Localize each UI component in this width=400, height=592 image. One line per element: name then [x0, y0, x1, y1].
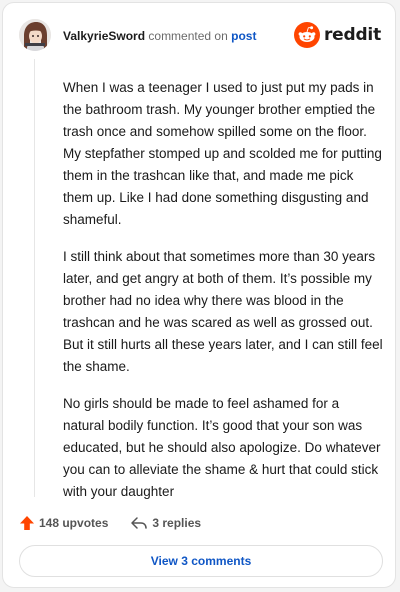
reply-arrow-icon[interactable]: [130, 516, 148, 530]
thread-line: [34, 59, 35, 497]
comment-paragraph: I still think about that sometimes more …: [63, 249, 383, 374]
comment-footer: 148 upvotes 3 replies: [19, 511, 201, 535]
author-username[interactable]: ValkyrieSword: [63, 29, 145, 43]
comment-paragraph: No girls should be made to feel ashamed …: [63, 396, 381, 499]
avatar-image: [19, 19, 51, 51]
reddit-alien-icon: [293, 22, 320, 48]
view-comments-button[interactable]: View 3 comments: [19, 545, 383, 577]
comment-header: ValkyrieSword commented on post reddit: [19, 19, 381, 53]
comment-body: When I was a teenager I used to just put…: [63, 77, 383, 518]
reply-count[interactable]: 3 replies: [152, 516, 201, 530]
post-link[interactable]: post: [231, 29, 256, 43]
comment-paragraph: When I was a teenager I used to just put…: [63, 80, 382, 227]
comment-card: ValkyrieSword commented on post reddit W…: [2, 2, 396, 588]
reddit-logo[interactable]: reddit: [293, 22, 381, 48]
avatar[interactable]: [19, 19, 51, 51]
reddit-wordmark: reddit: [323, 25, 381, 45]
upvote-count: 148 upvotes: [39, 516, 109, 530]
byline-verb: commented on: [148, 29, 228, 43]
upvote-arrow-icon[interactable]: [19, 515, 35, 531]
byline: ValkyrieSword commented on post: [63, 28, 256, 44]
